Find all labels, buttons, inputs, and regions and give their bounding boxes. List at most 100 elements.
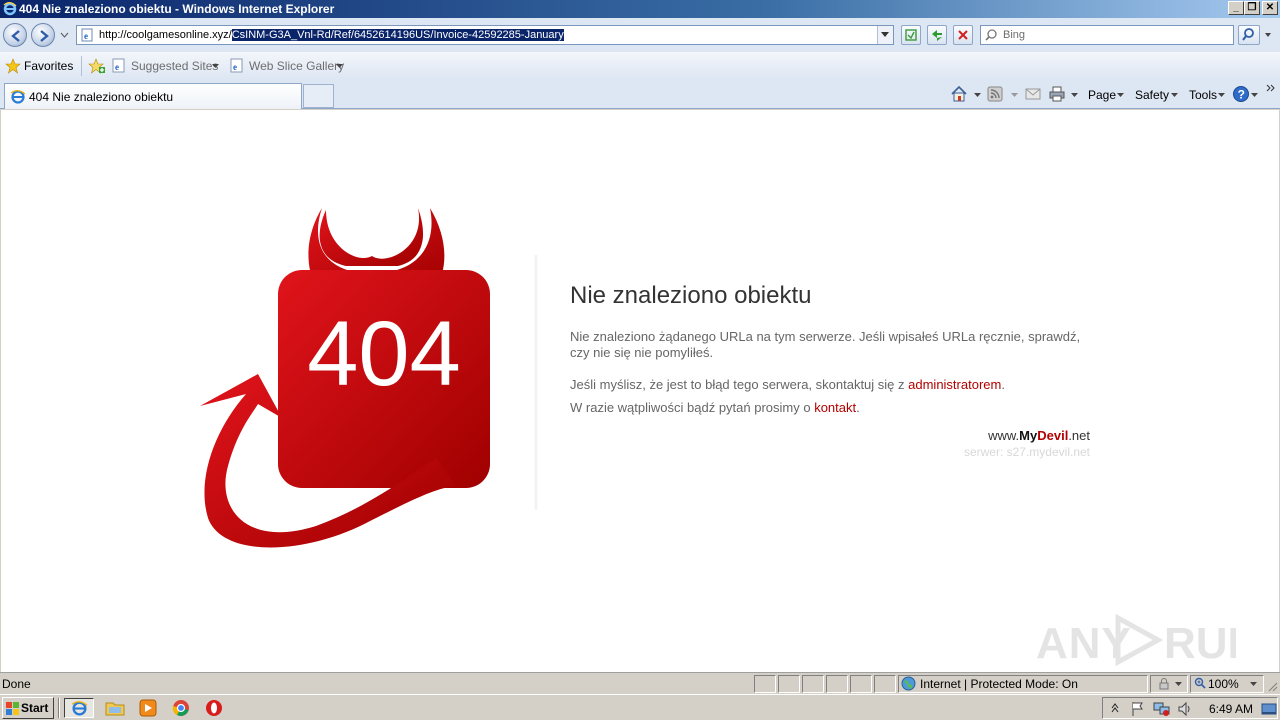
contact-end: . (856, 400, 860, 415)
search-input[interactable]: Bing (980, 25, 1234, 45)
server-error-message: Jeśli myślisz, że jest to błąd tego serw… (570, 377, 1110, 393)
back-button[interactable] (3, 23, 27, 47)
start-button[interactable]: Start (2, 697, 54, 719)
zoom-level: 100% (1208, 677, 1239, 691)
favorites-star-icon (5, 58, 21, 74)
page-chevron-icon[interactable] (1117, 93, 1124, 98)
search-button[interactable] (1238, 25, 1260, 45)
chrome-icon[interactable] (170, 698, 192, 718)
search-provider-icon (985, 29, 997, 41)
contact-message: W razie wątpliwości bądź pytań prosimy o… (570, 400, 1110, 416)
brand-devil: Devil (1037, 428, 1069, 443)
home-chevron-icon[interactable] (974, 93, 981, 98)
print-chevron-icon[interactable] (1071, 93, 1078, 98)
feeds-chevron-icon[interactable] (1011, 93, 1018, 98)
window-title: 404 Nie znaleziono obiektu - Windows Int… (19, 2, 335, 16)
safety-chevron-icon[interactable] (1171, 93, 1178, 98)
tools-menu[interactable]: Tools (1189, 88, 1217, 102)
status-cell (778, 675, 800, 693)
brand-suffix: .net (1068, 428, 1090, 443)
search-options-chevron-icon[interactable] (1264, 32, 1272, 38)
ie-page-icon: e (81, 28, 93, 42)
svg-text:e: e (233, 62, 237, 72)
help-chevron-icon[interactable] (1251, 93, 1258, 98)
show-desktop-icon[interactable] (1261, 701, 1277, 717)
mydevil-404-devil-logo: 404 (200, 208, 490, 548)
home-icon[interactable] (950, 85, 968, 103)
security-zone-text: Internet | Protected Mode: On (920, 677, 1078, 691)
forward-arrow-icon (40, 30, 49, 42)
page-menu[interactable]: Page (1088, 88, 1116, 102)
contact-link[interactable]: kontakt (814, 400, 856, 415)
web-slice-gallery-chevron-icon[interactable] (336, 64, 343, 69)
action-center-flag-icon[interactable] (1130, 701, 1146, 717)
url-selected: CsINM-G3A_Vnl-Rd/Ref/6452614196US/Invoic… (231, 29, 564, 41)
web-slice-gallery-icon: e (230, 58, 243, 73)
favorites-bar: Favorites e Suggested Sites e Web Slice … (0, 52, 1280, 80)
more-commands-chevron-icon[interactable] (1266, 84, 1276, 92)
start-label: Start (21, 701, 49, 715)
print-icon[interactable] (1048, 85, 1066, 103)
minimize-button[interactable]: _ (1228, 1, 1244, 15)
lock-icon (1159, 678, 1169, 690)
read-mail-icon[interactable] (1025, 87, 1041, 101)
internet-explorer-icon (71, 701, 88, 716)
internet-globe-icon (901, 676, 916, 691)
status-cell (826, 675, 848, 693)
zoom-chevron-icon[interactable] (1250, 682, 1257, 687)
suggested-sites-link[interactable]: Suggested Sites (131, 59, 218, 73)
new-tab-button[interactable] (303, 84, 334, 108)
address-dropdown-button[interactable] (877, 26, 893, 44)
volume-icon[interactable] (1177, 701, 1193, 717)
compatibility-view-icon (905, 29, 917, 41)
tab-404[interactable]: 404 Nie znaleziono obiektu (4, 83, 302, 109)
refresh-button[interactable] (927, 25, 947, 45)
search-icon (1242, 28, 1254, 41)
svg-text:?: ? (1238, 88, 1245, 102)
add-to-favorites-bar-icon[interactable] (88, 58, 106, 74)
svg-text:RUN: RUN (1164, 619, 1236, 668)
page-heading: Nie znaleziono obiektu (570, 282, 812, 309)
address-field[interactable]: e http://coolgamesonline.xyz/CsINM-G3A_V… (76, 25, 894, 45)
mydevil-brand: www.MyDevil.net (901, 428, 1090, 443)
resize-grip-icon[interactable] (1266, 680, 1278, 692)
status-cell (850, 675, 872, 693)
not-found-message: Nie znaleziono żądanego URLa na tym serw… (570, 329, 1081, 360)
taskbar-ie-button[interactable] (64, 698, 94, 718)
stop-icon (958, 30, 968, 40)
zone-chevron-icon[interactable] (1175, 682, 1182, 687)
favorites-button[interactable]: Favorites (24, 59, 73, 73)
svg-text:e: e (115, 62, 119, 72)
opera-icon[interactable] (203, 698, 225, 718)
server-error-end: . (1001, 377, 1005, 392)
media-player-icon[interactable] (137, 698, 159, 718)
explorer-folder-icon[interactable] (104, 698, 126, 718)
compatibility-view-button[interactable] (901, 25, 921, 45)
show-hidden-icons-icon[interactable] (1110, 702, 1120, 714)
stop-button[interactable] (953, 25, 973, 45)
system-tray: 6:49 AM (1102, 697, 1278, 719)
safety-menu[interactable]: Safety (1135, 88, 1169, 102)
close-button[interactable]: ✕ (1262, 1, 1278, 15)
error-code-404: 404 (307, 303, 461, 405)
contact-text: W razie wątpliwości bądź pytań prosimy o (570, 400, 815, 415)
help-icon[interactable]: ? (1232, 85, 1250, 103)
forward-button[interactable] (31, 23, 55, 47)
suggested-sites-chevron-icon[interactable] (212, 64, 219, 69)
feeds-icon[interactable] (987, 86, 1003, 102)
windows-flag-icon (6, 702, 19, 715)
recent-pages-chevron-icon[interactable] (60, 32, 69, 38)
web-slice-gallery-link[interactable]: Web Slice Gallery (249, 59, 344, 73)
restore-button[interactable]: ❐ (1244, 1, 1260, 15)
server-error-text: Jeśli myślisz, że jest to błąd tego serw… (570, 377, 909, 392)
page-content: 404 Nie znaleziono obiektu Nie znalezion… (1, 110, 1279, 672)
network-icon[interactable] (1153, 701, 1171, 717)
status-cell (802, 675, 824, 693)
clock[interactable]: 6:49 AM (1209, 702, 1253, 716)
administrator-link[interactable]: administratorem (908, 377, 1001, 392)
brand-prefix: www. (988, 428, 1020, 443)
zoom-icon (1194, 677, 1206, 689)
status-cell (874, 675, 896, 693)
tools-chevron-icon[interactable] (1218, 93, 1225, 98)
search-placeholder: Bing (1003, 29, 1026, 41)
